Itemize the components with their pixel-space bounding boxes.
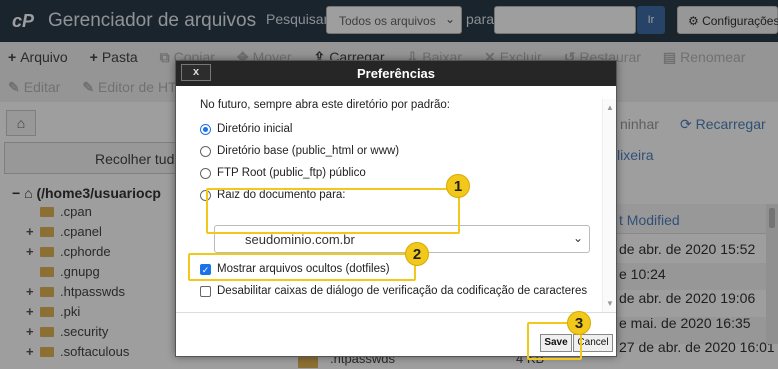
- dialog-scrollbar[interactable]: ▲ ▼: [602, 99, 616, 312]
- highlight-box-dotfiles: [188, 253, 416, 281]
- intro-text: No futuro, sempre abra este diretório po…: [200, 99, 450, 111]
- dialog-title-bar: x Preferências: [176, 61, 616, 86]
- checkbox-disable-encoding-check[interactable]: [200, 286, 211, 297]
- radio-label: Diretório inicial: [217, 123, 293, 135]
- radio-label: FTP Root (public_ftp) público: [217, 167, 366, 179]
- checkbox-label: Desabilitar caixas de diálogo de verific…: [217, 285, 588, 297]
- step-badge-3: 3: [567, 311, 591, 335]
- radio-diret-rio-base-public-html-or-www[interactable]: [200, 146, 211, 157]
- radio-label: Diretório base (public_html or www): [217, 145, 400, 157]
- chevron-down-icon: ⌄: [572, 231, 583, 245]
- close-button[interactable]: x: [181, 64, 211, 81]
- dialog-title: Preferências: [356, 66, 436, 81]
- step-badge-1: 1: [446, 174, 470, 198]
- highlight-box-docroot: [206, 188, 460, 234]
- scroll-up-icon: ▲: [606, 103, 614, 112]
- step-badge-2: 2: [405, 242, 429, 266]
- radio-ftp-root-public-ftp-p-blico[interactable]: [200, 168, 211, 179]
- radio-diret-rio-inicial[interactable]: [200, 124, 211, 135]
- scroll-down-icon: ▼: [606, 299, 614, 308]
